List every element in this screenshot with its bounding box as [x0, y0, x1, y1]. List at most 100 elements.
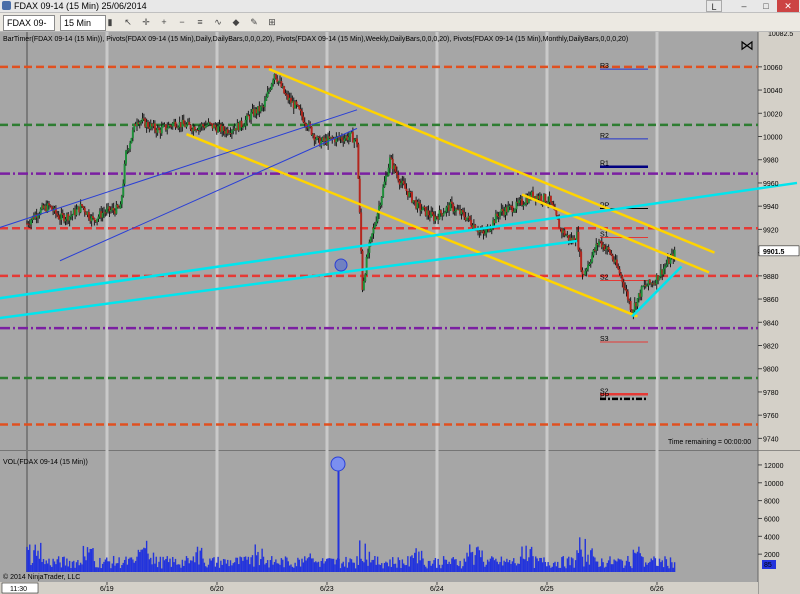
volume-bar: [194, 562, 196, 572]
volume-bar: [613, 559, 615, 572]
volume-bar: [177, 564, 179, 572]
price-bar: [375, 221, 378, 225]
volume-bar: [484, 566, 486, 572]
volume-bar: [305, 560, 307, 572]
volume-bar: [565, 568, 567, 572]
zoom-out-icon[interactable]: −: [176, 16, 188, 28]
price-bar: [349, 132, 352, 138]
price-bar: [394, 165, 397, 172]
volume-bar: [515, 565, 518, 572]
volume-bar: [419, 560, 421, 572]
properties-icon[interactable]: ≡: [194, 16, 206, 28]
volume-bar: [200, 547, 203, 572]
price-bar: [188, 121, 191, 125]
time-tick-label: 6/19: [100, 586, 114, 593]
interval-select[interactable]: 15 Min: [60, 15, 106, 31]
volume-bar: [522, 558, 525, 572]
volume-bar: [276, 563, 278, 572]
price-bar: [122, 183, 125, 196]
volume-bar: [442, 556, 445, 572]
price-bar: [588, 263, 591, 266]
price-bar: [298, 105, 301, 110]
volume-bar: [400, 567, 402, 572]
volume-bar: [53, 561, 56, 572]
volume-bar: [667, 565, 669, 572]
volume-bar: [427, 560, 430, 572]
price-bar: [585, 269, 588, 272]
volume-bar: [262, 556, 265, 572]
price-bar: [662, 268, 665, 275]
volume-bar: [605, 566, 607, 572]
volume-bar: [38, 558, 41, 572]
volume-bar: [298, 559, 300, 572]
volume-bar: [327, 558, 329, 572]
indicators-icon[interactable]: ∿: [212, 16, 224, 28]
volume-bar: [609, 556, 611, 572]
time-tick-label: 11:30: [10, 586, 27, 593]
volume-bar: [371, 559, 373, 572]
volume-bar: [63, 556, 65, 572]
volume-bar: [176, 564, 178, 572]
volume-bar: [279, 564, 281, 572]
volume-bar: [646, 564, 648, 572]
volume-bar: [360, 558, 362, 572]
volume-bar: [397, 557, 399, 572]
price-bar: [482, 230, 485, 234]
trade-icon[interactable]: ⊞: [266, 16, 278, 28]
volume-bar: [499, 561, 501, 572]
volume-bar: [651, 560, 654, 572]
volume-bar: [467, 556, 470, 572]
minimize-button[interactable]: –: [733, 0, 755, 12]
cursor-icon[interactable]: ↖: [122, 16, 134, 28]
volume-bar: [125, 556, 127, 572]
volume-bar: [112, 555, 115, 572]
volume-bar: [590, 550, 592, 572]
l-button[interactable]: L: [706, 0, 722, 12]
crosshair-icon[interactable]: ✛: [140, 16, 152, 28]
maximize-button[interactable]: □: [755, 0, 777, 12]
volume-bar: [502, 565, 504, 572]
volume-panel[interactable]: VOL(FDAX 09-14 (15 Min)) 2000 4000 6000 8000…: [0, 450, 800, 594]
volume-bar: [654, 558, 657, 572]
volume-bar: [481, 550, 483, 572]
price-bar: [303, 122, 306, 124]
price-bar: [185, 124, 188, 128]
volume-bar: [510, 563, 512, 572]
volume-bar: [64, 565, 67, 572]
volume-bar: [247, 556, 250, 572]
volume-bar: [671, 562, 673, 572]
volume-tick-label: 10000: [764, 481, 784, 488]
zoom-in-icon[interactable]: +: [158, 16, 170, 28]
volume-bar: [393, 563, 395, 572]
daily-pivot-label: S1: [600, 232, 609, 239]
volume-bar: [354, 568, 357, 572]
volume-bar: [650, 558, 652, 572]
collapse-icon: ⋈: [740, 37, 754, 53]
volume-bar: [579, 537, 581, 572]
price-bar: [611, 255, 614, 260]
drawing-tools-icon[interactable]: ✎: [248, 16, 260, 28]
price-bar: [274, 74, 277, 79]
volume-bar: [269, 560, 272, 572]
volume-bar: [222, 558, 225, 572]
close-button[interactable]: ✕: [777, 0, 799, 12]
volume-bar: [320, 560, 322, 572]
volume-spike-bar: [337, 469, 340, 572]
volume-bar: [328, 558, 331, 572]
volume-bar: [555, 566, 558, 572]
volume-bar: [312, 558, 314, 572]
strategy-icon[interactable]: ◆: [230, 16, 242, 28]
volume-bar: [392, 557, 394, 572]
price-panel[interactable]: R3R2R1PPS1S2S3S2PP9740976097809800982098…: [0, 31, 800, 450]
price-bar: [523, 203, 526, 205]
price-bar: [518, 200, 521, 203]
instrument-select[interactable]: FDAX 09-14: [3, 15, 55, 42]
price-bar: [208, 122, 211, 124]
price-bar: [263, 100, 266, 107]
volume-bar: [587, 554, 589, 572]
volume-bar: [86, 547, 89, 572]
bar-type-icon[interactable]: ▮: [104, 16, 116, 28]
volume-bar: [323, 563, 325, 572]
price-bar: [664, 266, 666, 269]
volume-bar: [506, 558, 508, 572]
